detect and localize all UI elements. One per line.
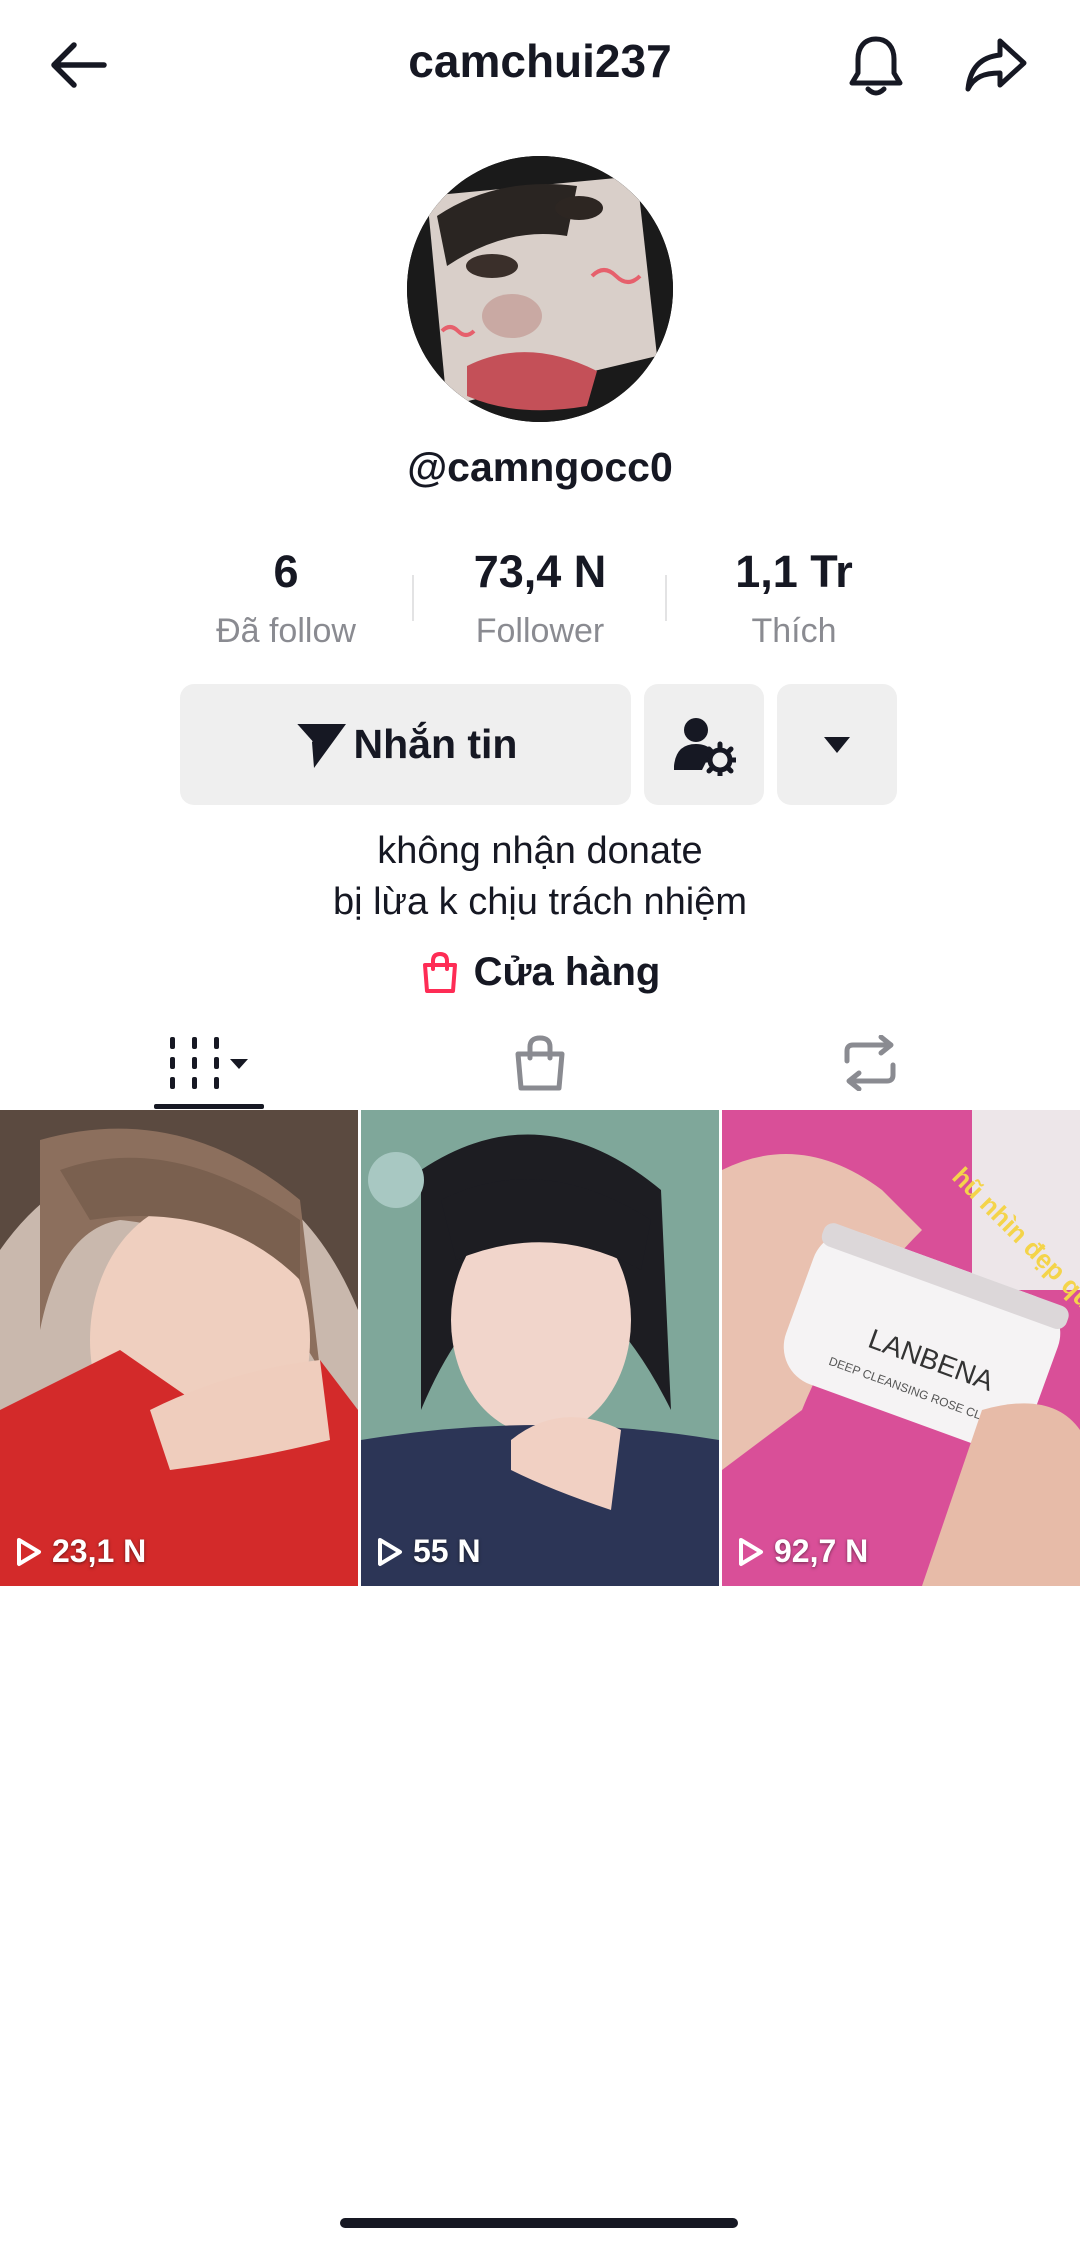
- bag-icon: [515, 1035, 565, 1091]
- message-label: Nhắn tin: [353, 721, 518, 767]
- home-indicator[interactable]: [340, 2218, 738, 2228]
- page-title: camchui237: [408, 35, 672, 87]
- video-thumbnail[interactable]: 55 N: [361, 1110, 719, 1586]
- video-thumbnail[interactable]: LANBENA DEEP CLEANSING ROSE CLAY hũ nhìn…: [722, 1110, 1080, 1586]
- play-icon: [17, 1537, 41, 1566]
- shop-link[interactable]: Cửa hàng: [0, 950, 1080, 995]
- view-count-text: 23,1 N: [52, 1533, 147, 1569]
- bio-line: bị lừa k chịu trách nhiệm: [332, 881, 748, 923]
- bio-line: không nhận donate: [377, 830, 703, 872]
- grid-bars-icon: [170, 1037, 248, 1089]
- message-button[interactable]: Nhắn tin: [180, 684, 631, 805]
- avatar-photo: [407, 156, 673, 422]
- avatar[interactable]: [407, 156, 673, 422]
- video-thumbnail-image: [0, 1110, 358, 1586]
- view-count: 92,7 N: [738, 1533, 868, 1570]
- video-thumbnail-image: [361, 1110, 719, 1586]
- shop-label: Cửa hàng: [473, 950, 661, 994]
- tab-videos[interactable]: [30, 1018, 390, 1108]
- stat-followers-label: Follower: [475, 612, 605, 650]
- paper-plane-icon: [294, 722, 346, 768]
- tab-shop[interactable]: [360, 1018, 720, 1108]
- bell-icon: [849, 36, 903, 96]
- notifications-button[interactable]: [840, 28, 912, 104]
- user-settings-icon: [674, 717, 736, 776]
- caret-down-icon: [824, 736, 850, 753]
- view-count: 23,1 N: [16, 1533, 146, 1570]
- stat-followers-value: 73,4 N: [473, 546, 607, 597]
- stat-divider: [412, 575, 414, 621]
- repost-icon: [844, 1035, 896, 1091]
- add-friend-button[interactable]: [644, 684, 764, 805]
- video-thumbnail-image: LANBENA DEEP CLEANSING ROSE CLAY hũ nhìn…: [722, 1110, 1080, 1586]
- share-icon: [965, 38, 1027, 92]
- stat-following[interactable]: 6 Đã follow: [186, 546, 386, 651]
- view-count-text: 92,7 N: [774, 1533, 869, 1569]
- video-thumbnail[interactable]: 23,1 N: [0, 1110, 358, 1586]
- stat-following-value: 6: [273, 546, 299, 597]
- stat-likes-value: 1,1 Tr: [735, 546, 853, 597]
- play-icon: [378, 1537, 402, 1566]
- tab-reposts[interactable]: [690, 1018, 1050, 1108]
- stat-likes[interactable]: 1,1 Tr Thích: [694, 546, 894, 651]
- active-tab-indicator: [154, 1104, 264, 1109]
- share-button[interactable]: [960, 30, 1032, 100]
- stat-likes-label: Thích: [751, 612, 837, 650]
- profile-handle: @camngocc0: [407, 444, 673, 490]
- stat-following-label: Đã follow: [216, 612, 356, 650]
- view-count: 55 N: [377, 1533, 481, 1570]
- play-icon: [739, 1537, 763, 1566]
- view-count-text: 55 N: [413, 1533, 481, 1569]
- stat-divider: [665, 575, 667, 621]
- stat-followers[interactable]: 73,4 N Follower: [440, 546, 640, 651]
- shopping-bag-icon: [422, 951, 457, 993]
- more-options-button[interactable]: [777, 684, 897, 805]
